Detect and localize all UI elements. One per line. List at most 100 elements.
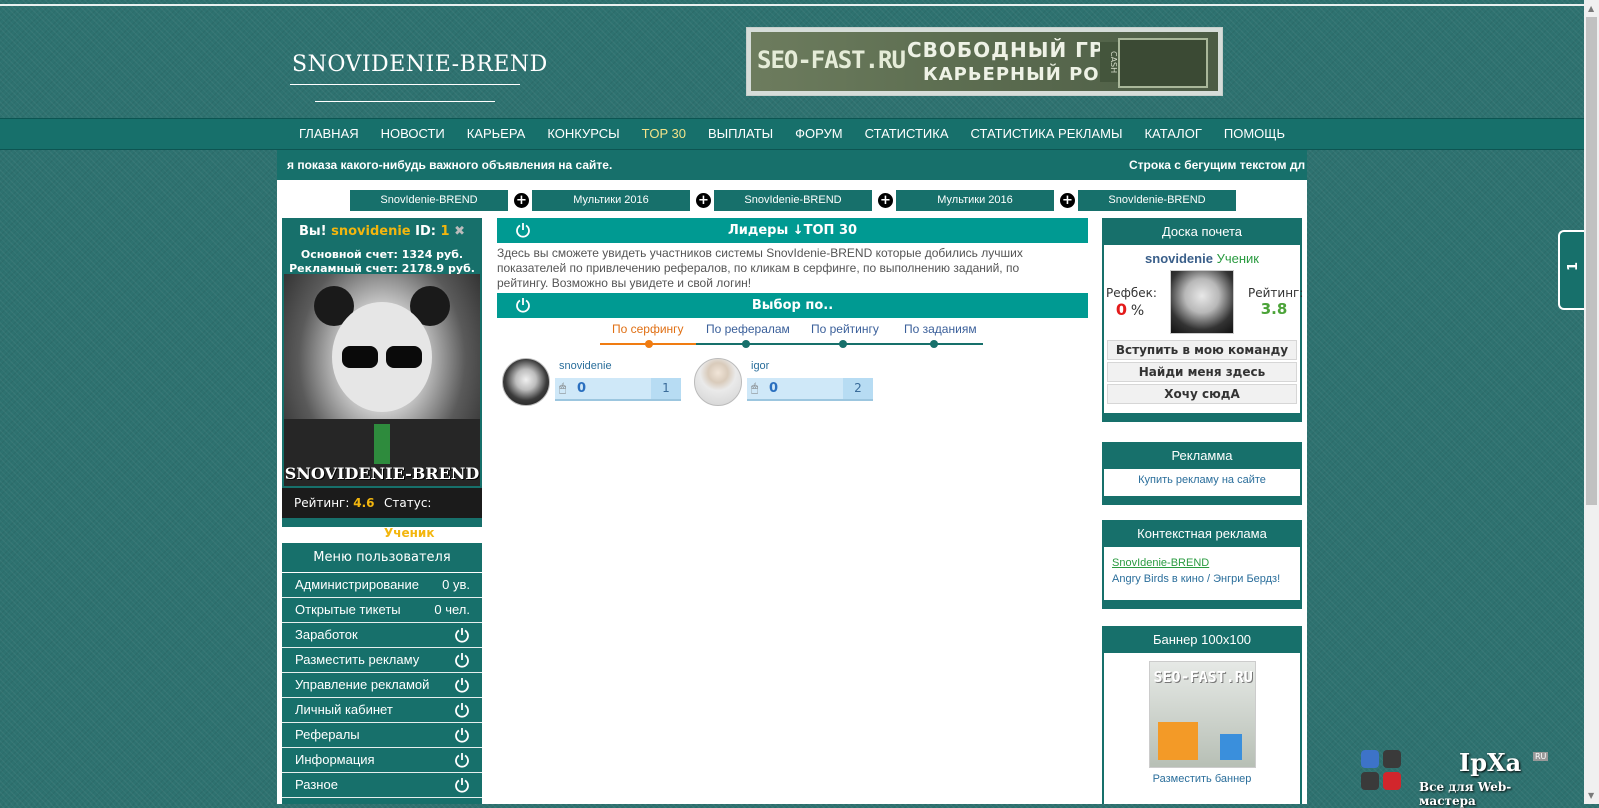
- monitor-icon: [1118, 38, 1208, 88]
- menu-item-place-ad[interactable]: Разместить рекламу: [282, 648, 482, 673]
- link-button[interactable]: SnovIdenie-BREND: [714, 190, 872, 211]
- menu-item-admin[interactable]: Администрирование 0 ув.: [282, 573, 482, 598]
- user-stats: Рейтинг: 4.6 Статус: Ученик: [282, 488, 482, 540]
- leader-card[interactable]: snovidenie 🖱 0 1: [502, 356, 687, 406]
- honor-avatar[interactable]: [1170, 270, 1234, 334]
- logo-underline-short: [315, 101, 495, 102]
- top-line: [0, 4, 1584, 6]
- leader-rank: 1: [651, 378, 681, 399]
- link-button[interactable]: Мультики 2016: [532, 190, 690, 211]
- logo-square-icon: [1361, 750, 1379, 768]
- banner-box: Баннер 100x100 SEO-FAST.RU Разместить ба…: [1102, 626, 1302, 804]
- banner-brand: SEO-FAST.RU: [1153, 668, 1253, 686]
- leaders-header: Лидеры ↓ТОП 30: [497, 218, 1088, 243]
- tab-dot: [930, 340, 938, 348]
- link-button[interactable]: SnovIdenie-BREND: [1078, 190, 1236, 211]
- leader-avatar[interactable]: [694, 358, 742, 406]
- tab-rating[interactable]: По рейтингу: [811, 322, 879, 336]
- site-logo[interactable]: SNOVIDENIE-BREND: [292, 52, 548, 77]
- power-icon[interactable]: [515, 222, 531, 238]
- want-here-button[interactable]: Хочу сюдА: [1107, 384, 1297, 404]
- leader-name[interactable]: igor: [751, 360, 769, 372]
- refback-label: Рефбек:: [1106, 286, 1157, 300]
- menu-item-referrals[interactable]: Рефералы: [282, 723, 482, 748]
- user-name[interactable]: snovidenie: [331, 224, 411, 239]
- mouse-icon: 🖱: [751, 381, 759, 395]
- leader-name[interactable]: snovidenie: [559, 360, 612, 372]
- honor-status: Ученик: [1216, 251, 1259, 266]
- tab-surfing[interactable]: По серфингу: [612, 322, 684, 336]
- plus-icon[interactable]: +: [878, 193, 893, 208]
- leader-tabs: По серфингу По рефералам По рейтингу По …: [600, 322, 983, 348]
- buy-ad-link[interactable]: Купить рекламу на сайте: [1104, 469, 1300, 486]
- join-team-button[interactable]: Вступить в мою команду: [1107, 340, 1297, 360]
- menu-item-cabinet[interactable]: Личный кабинет: [282, 698, 482, 723]
- nav-link[interactable]: ФОРУМ: [784, 119, 853, 149]
- leader-stats: 🖱 0 1: [555, 378, 681, 401]
- honor-user[interactable]: snovidenie Ученик: [1104, 251, 1300, 266]
- link-button[interactable]: Мультики 2016: [896, 190, 1054, 211]
- scroll-thumb[interactable]: [1586, 17, 1597, 505]
- nav-link[interactable]: СТАТИСТИКА РЕКЛАМЫ: [960, 119, 1134, 149]
- avatar-brand: SNOVIDENIE-BREND: [284, 464, 480, 483]
- watermark-tld: RU: [1533, 752, 1549, 761]
- nav-link[interactable]: КАТАЛОГ: [1133, 119, 1212, 149]
- menu-item-tickets[interactable]: Открытые тикеты 0 чел.: [282, 598, 482, 623]
- power-icon: [455, 703, 469, 718]
- nav-link[interactable]: КОНКУРСЫ: [536, 119, 630, 149]
- top-ad-banner[interactable]: SEO-FAST.RU СВОБОДНЫЙ ГРАФИК КАРЬЕРНЫЙ Р…: [746, 27, 1223, 96]
- menu-item-misc[interactable]: Разное: [282, 773, 482, 798]
- user-menu-title: Меню пользователя: [282, 543, 482, 573]
- menu-item-earnings[interactable]: Заработок: [282, 623, 482, 648]
- context-ad-link[interactable]: SnovIdenie-BREND: [1104, 547, 1300, 569]
- context-ad-text[interactable]: Angry Birds в кино / Энгри Бердз!: [1104, 569, 1300, 585]
- account-balances: Основной счет: 1324 руб. Рекламный счет:…: [282, 248, 482, 276]
- ticker-text-right: Строка с бегущим текстом дл: [1129, 158, 1306, 172]
- tab-referrals[interactable]: По рефералам: [706, 322, 790, 336]
- watermark: IpXa RU Все для Web-мастера: [1361, 748, 1561, 808]
- plus-icon[interactable]: +: [514, 193, 529, 208]
- plus-icon[interactable]: +: [1060, 193, 1075, 208]
- user-avatar[interactable]: SNOVIDENIE-BREND: [284, 274, 480, 486]
- news-ticker: я показа какого-нибудь важного объявлени…: [277, 150, 1307, 180]
- tab-tasks[interactable]: По заданиям: [904, 322, 977, 336]
- logo-square-icon: [1383, 772, 1401, 790]
- menu-count: 0 чел.: [434, 602, 470, 617]
- scrollbar[interactable]: ▲ ▼: [1584, 0, 1599, 804]
- nav-link[interactable]: ВЫПЛАТЫ: [697, 119, 784, 149]
- leader-avatar[interactable]: [502, 358, 550, 406]
- menu-item-info[interactable]: Информация: [282, 748, 482, 773]
- scroll-up-icon[interactable]: ▲: [1588, 4, 1594, 13]
- user-panel: Вы! snovidenie ID: 1 ✖ Основной счет: 13…: [282, 218, 482, 540]
- logo-underline: [290, 84, 520, 85]
- tools-icon[interactable]: ✖: [454, 224, 465, 239]
- menu-item-manage-ads[interactable]: Управление рекламой: [282, 673, 482, 698]
- plus-icon[interactable]: +: [696, 193, 711, 208]
- nav-link[interactable]: TOP 30: [631, 119, 697, 149]
- context-ad-title: Контекстная реклама: [1137, 526, 1267, 541]
- choice-header: Выбор по..: [497, 293, 1088, 318]
- nav-link[interactable]: ПОМОЩЬ: [1213, 119, 1296, 149]
- choice-title: Выбор по..: [751, 298, 834, 313]
- mouse-icon: 🖱: [559, 381, 567, 395]
- main-account: Основной счет: 1324 руб.: [300, 248, 464, 261]
- leaders-title: Лидеры ↓ТОП 30: [727, 223, 858, 238]
- menu-count: 0 ув.: [442, 577, 470, 592]
- tab-dot: [742, 340, 750, 348]
- ticker-text-left: я показа какого-нибудь важного объявлени…: [287, 158, 613, 172]
- scroll-down-icon[interactable]: ▼: [1588, 791, 1594, 800]
- nav-link[interactable]: ГЛАВНАЯ: [288, 119, 370, 149]
- leader-card[interactable]: igor 🖱 0 2: [694, 356, 879, 406]
- link-button[interactable]: SnovIdenie-BREND: [350, 190, 508, 211]
- nav-link[interactable]: НОВОСТИ: [370, 119, 456, 149]
- logo-square-icon: [1383, 750, 1401, 768]
- power-icon[interactable]: [515, 297, 531, 313]
- power-icon: [455, 778, 469, 793]
- nav-link[interactable]: КАРЬЕРА: [456, 119, 537, 149]
- find-me-button[interactable]: Найди меня здесь: [1107, 362, 1297, 382]
- place-banner-link[interactable]: Разместить баннер: [1104, 768, 1300, 785]
- side-tab[interactable]: 1: [1558, 230, 1586, 310]
- honor-board: Доска почета snovidenie Ученик Рефбек: 0…: [1102, 218, 1303, 422]
- banner-100x100[interactable]: SEO-FAST.RU: [1148, 661, 1256, 768]
- nav-link[interactable]: СТАТИСТИКА: [854, 119, 960, 149]
